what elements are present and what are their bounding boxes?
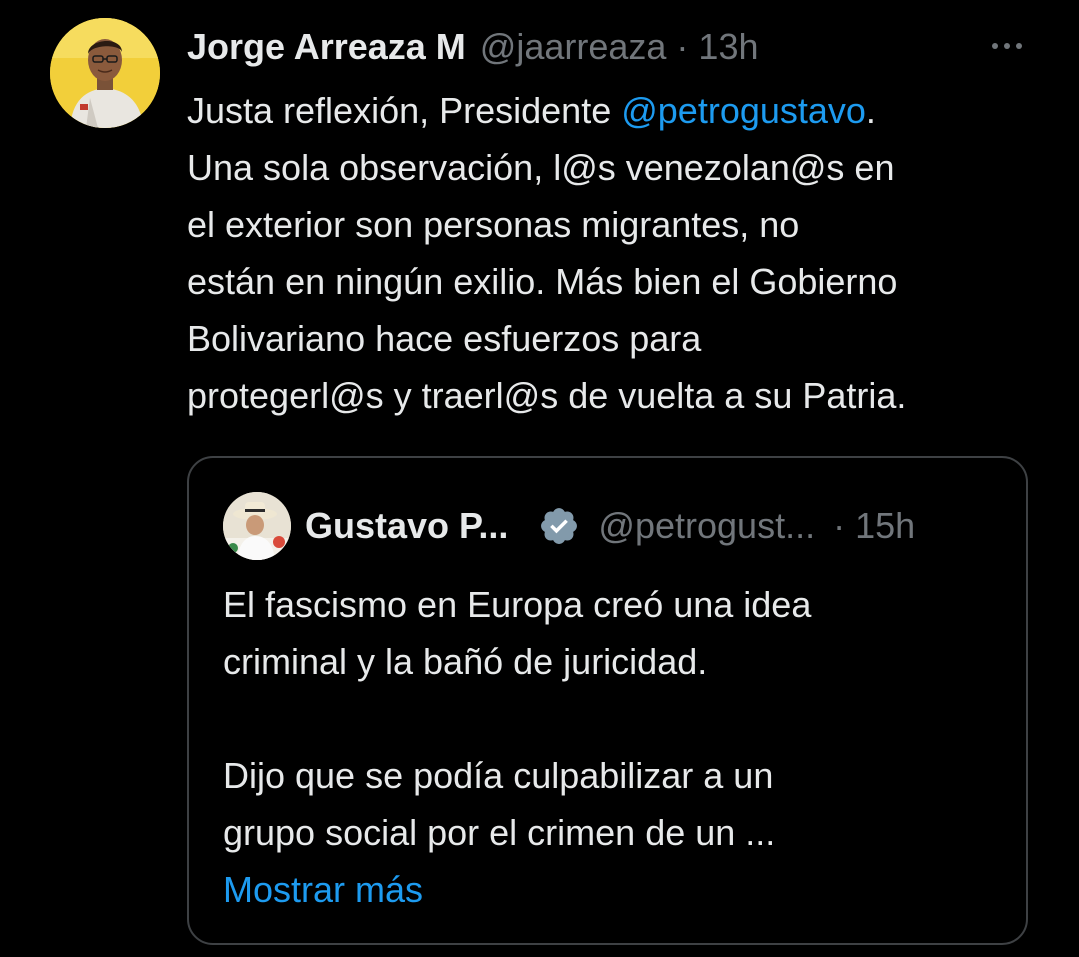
author-display-name[interactable]: Jorge Arreaza M xyxy=(187,22,466,72)
tweet-timestamp[interactable]: 13h xyxy=(698,22,758,72)
more-options-icon[interactable] xyxy=(985,28,1029,64)
tweet-text: Justa reflexión, Presidente @petrogustav… xyxy=(187,82,1047,424)
more-dot xyxy=(1004,43,1010,49)
author-avatar[interactable] xyxy=(50,18,160,128)
tweet-text-line: Una sola observación, l@s venezolan@s en xyxy=(187,147,895,188)
quoted-author-avatar-image xyxy=(223,492,291,560)
author-avatar-image xyxy=(50,18,160,128)
show-more-link[interactable]: Mostrar más xyxy=(223,861,1003,918)
author-handle[interactable]: @jaarreaza xyxy=(480,22,667,72)
tweet-text-line: están en ningún exilio. Más bien el Gobi… xyxy=(187,261,898,302)
tweet-text-line: el exterior son personas migrantes, no xyxy=(187,204,800,245)
mention-link[interactable]: @petrogustavo xyxy=(621,90,866,131)
quoted-author-handle[interactable]: @petrogust... xyxy=(598,502,815,550)
quoted-author-avatar[interactable] xyxy=(223,492,291,560)
quoted-tweet-text: El fascismo en Europa creó una idea crim… xyxy=(223,576,1003,918)
tweet-text-line: protegerl@s y traerl@s de vuelta a su Pa… xyxy=(187,375,907,416)
quoted-header-separator: · xyxy=(833,505,846,546)
tweet-text-segment: Justa reflexión, Presidente xyxy=(187,90,622,131)
tweet-header: Jorge Arreaza M @jaarreaza · 13h xyxy=(187,22,759,72)
quoted-tweet-header: Gustavo P... @petrogust... · 15h xyxy=(305,502,915,550)
quoted-tweet-card[interactable]: Gustavo P... @petrogust... · 15h El fasc… xyxy=(187,456,1028,945)
tweet-text-line: Justa reflexión, Presidente @petrogustav… xyxy=(187,82,1047,139)
more-dot xyxy=(1016,43,1022,49)
tweet-text-segment: . xyxy=(865,90,876,131)
quoted-author-display-name[interactable]: Gustavo P... xyxy=(305,502,508,550)
quoted-tweet-timestamp[interactable]: 15h xyxy=(855,502,915,550)
quoted-text-line: criminal y la bañó de juricidad. xyxy=(223,641,708,682)
verified-badge-icon xyxy=(538,505,580,547)
quoted-text-line: El fascismo en Europa creó una idea xyxy=(223,584,812,625)
more-dot xyxy=(992,43,998,49)
quoted-text-line xyxy=(223,690,1003,747)
quoted-text-line: grupo social por el crimen de un ... xyxy=(223,812,776,853)
tweet-text-line: Bolivariano hace esfuerzos para xyxy=(187,318,702,359)
tweet[interactable]: Jorge Arreaza M @jaarreaza · 13h Justa r… xyxy=(0,0,1079,957)
header-separator: · xyxy=(676,26,689,67)
quoted-text-line: Dijo que se podía culpabilizar a un xyxy=(223,755,774,796)
